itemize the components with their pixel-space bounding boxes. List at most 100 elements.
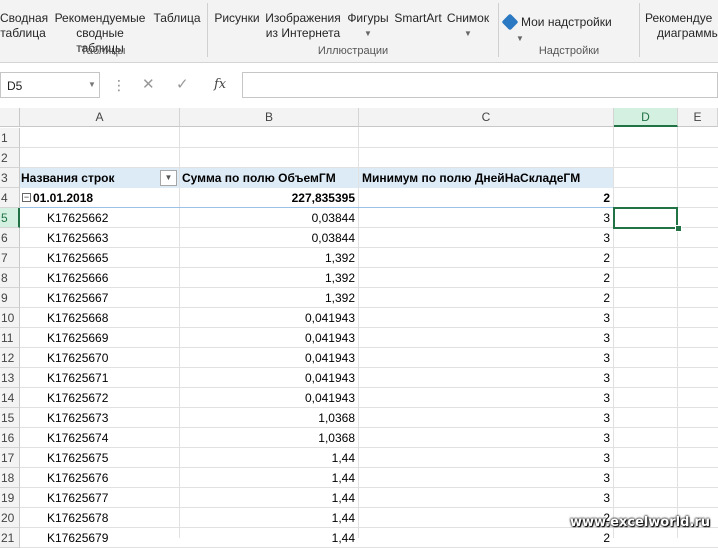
- row-header[interactable]: 11: [0, 328, 20, 348]
- pivot-item-min[interactable]: 3: [359, 488, 613, 508]
- column-header-a[interactable]: A: [20, 108, 180, 127]
- row-header[interactable]: 20: [0, 508, 20, 528]
- pivot-item-name[interactable]: K17625670: [20, 348, 179, 368]
- pivot-item-min[interactable]: 3: [359, 348, 613, 368]
- pivot-item-sum[interactable]: 0,041943: [180, 328, 358, 348]
- row-header[interactable]: 10: [0, 308, 20, 328]
- pivot-item-name[interactable]: K17625677: [20, 488, 179, 508]
- row-header[interactable]: 6: [0, 228, 20, 248]
- pivot-header-min[interactable]: Минимум по полю ДнейНаСкладеГМ: [359, 168, 613, 188]
- pivot-item-min[interactable]: 3: [359, 388, 613, 408]
- pivot-item-name[interactable]: K17625669: [20, 328, 179, 348]
- filter-dropdown-icon[interactable]: ▼: [160, 170, 177, 186]
- column-header-e[interactable]: E: [678, 108, 718, 127]
- row-header[interactable]: 18: [0, 468, 20, 488]
- pivot-item-name[interactable]: K17625672: [20, 388, 179, 408]
- column-header-d[interactable]: D: [614, 108, 678, 127]
- pivot-item-sum[interactable]: 1,392: [180, 248, 358, 268]
- online-pictures-button[interactable]: Изображения из Интернета: [263, 11, 343, 41]
- pivot-item-min[interactable]: 3: [359, 368, 613, 388]
- pivot-item-name[interactable]: K17625668: [20, 308, 179, 328]
- column-header-b[interactable]: B: [180, 108, 359, 127]
- pivot-item-min[interactable]: 3: [359, 448, 613, 468]
- name-box[interactable]: D5: [0, 72, 100, 98]
- chevron-down-icon[interactable]: ▼: [88, 72, 96, 98]
- row-header[interactable]: 17: [0, 448, 20, 468]
- pivot-item-name[interactable]: K17625665: [20, 248, 179, 268]
- pivot-item-sum[interactable]: 0,041943: [180, 348, 358, 368]
- pivot-item-name[interactable]: K17625662: [20, 208, 179, 228]
- pivot-item-name[interactable]: K17625676: [20, 468, 179, 488]
- my-addins-button[interactable]: Мои надстройки ▼: [501, 13, 634, 46]
- pivot-item-name[interactable]: K17625679: [20, 528, 179, 548]
- select-all-corner[interactable]: [0, 108, 20, 127]
- pivot-item-name[interactable]: K17625675: [20, 448, 179, 468]
- pivot-item-sum[interactable]: 1,44: [180, 468, 358, 488]
- pivot-item-min[interactable]: 2: [359, 268, 613, 288]
- row-header[interactable]: 5: [0, 208, 20, 228]
- pivot-item-min[interactable]: 2: [359, 288, 613, 308]
- pivot-item-sum[interactable]: 1,44: [180, 448, 358, 468]
- selected-cell-d5[interactable]: [613, 207, 678, 229]
- pivot-item-sum[interactable]: 0,03844: [180, 228, 358, 248]
- pivot-group-sum[interactable]: 227,835395: [180, 188, 358, 208]
- pivot-item-sum[interactable]: 1,392: [180, 268, 358, 288]
- pivot-item-min[interactable]: 2: [359, 248, 613, 268]
- pivot-item-min[interactable]: 3: [359, 468, 613, 488]
- pivot-header-row-labels[interactable]: Названия строк: [20, 168, 179, 188]
- pivot-item-sum[interactable]: 1,0368: [180, 408, 358, 428]
- pivot-item-sum[interactable]: 1,44: [180, 508, 358, 528]
- pivot-item-min[interactable]: 3: [359, 408, 613, 428]
- pivot-item-sum[interactable]: 1,44: [180, 528, 358, 548]
- row-header[interactable]: 15: [0, 408, 20, 428]
- pivot-item-sum[interactable]: 1,44: [180, 488, 358, 508]
- formula-input[interactable]: [242, 72, 718, 98]
- row-header[interactable]: 21: [0, 528, 20, 548]
- row-header[interactable]: 7: [0, 248, 20, 268]
- pivot-item-min[interactable]: 3: [359, 428, 613, 448]
- row-header[interactable]: 2: [0, 148, 20, 168]
- shapes-button[interactable]: Фигуры ▼: [343, 11, 393, 41]
- row-header[interactable]: 19: [0, 488, 20, 508]
- pivot-item-min[interactable]: 2: [359, 528, 613, 548]
- enter-check-icon[interactable]: ✓: [176, 72, 189, 98]
- pivot-item-min[interactable]: 3: [359, 328, 613, 348]
- pivot-item-name[interactable]: K17625666: [20, 268, 179, 288]
- pivot-table-button[interactable]: Сводная таблица: [0, 11, 48, 41]
- recommended-charts-button[interactable]: Рекомендуе диаграммы: [645, 11, 718, 41]
- pivot-item-sum[interactable]: 0,03844: [180, 208, 358, 228]
- row-header[interactable]: 16: [0, 428, 20, 448]
- pivot-item-sum[interactable]: 0,041943: [180, 308, 358, 328]
- cancel-icon[interactable]: ✕: [142, 72, 155, 98]
- pivot-item-sum[interactable]: 1,392: [180, 288, 358, 308]
- pivot-item-min[interactable]: 3: [359, 228, 613, 248]
- pivot-item-name[interactable]: K17625673: [20, 408, 179, 428]
- pivot-header-sum[interactable]: Сумма по полю ОбъемГМ: [180, 168, 358, 188]
- pivot-item-min[interactable]: 3: [359, 208, 613, 228]
- pivot-item-name[interactable]: K17625663: [20, 228, 179, 248]
- pivot-item-name[interactable]: K17625671: [20, 368, 179, 388]
- pivot-item-sum[interactable]: 0,041943: [180, 368, 358, 388]
- pivot-item-name[interactable]: K17625674: [20, 428, 179, 448]
- row-header[interactable]: 4: [0, 188, 20, 208]
- row-header[interactable]: 14: [0, 388, 20, 408]
- table-button[interactable]: Таблица: [150, 11, 204, 26]
- pivot-item-min[interactable]: 3: [359, 308, 613, 328]
- pivot-item-sum[interactable]: 1,0368: [180, 428, 358, 448]
- pivot-item-sum[interactable]: 0,041943: [180, 388, 358, 408]
- insert-function-icon[interactable]: fx: [214, 72, 226, 98]
- pictures-button[interactable]: Рисунки: [211, 11, 263, 26]
- row-header[interactable]: 8: [0, 268, 20, 288]
- row-header[interactable]: 3: [0, 168, 20, 188]
- row-header[interactable]: 9: [0, 288, 20, 308]
- pivot-group-min[interactable]: 2: [359, 188, 613, 208]
- pivot-item-name[interactable]: K17625667: [20, 288, 179, 308]
- screenshot-button[interactable]: Снимок ▼: [443, 11, 493, 41]
- collapse-minus-icon[interactable]: −: [22, 193, 31, 202]
- pivot-group-label[interactable]: 01.01.2018: [33, 188, 179, 208]
- column-header-c[interactable]: C: [359, 108, 614, 127]
- row-header[interactable]: 13: [0, 368, 20, 388]
- pivot-item-name[interactable]: K17625678: [20, 508, 179, 528]
- smartart-button[interactable]: SmartArt: [393, 11, 443, 26]
- fill-handle[interactable]: [675, 225, 682, 232]
